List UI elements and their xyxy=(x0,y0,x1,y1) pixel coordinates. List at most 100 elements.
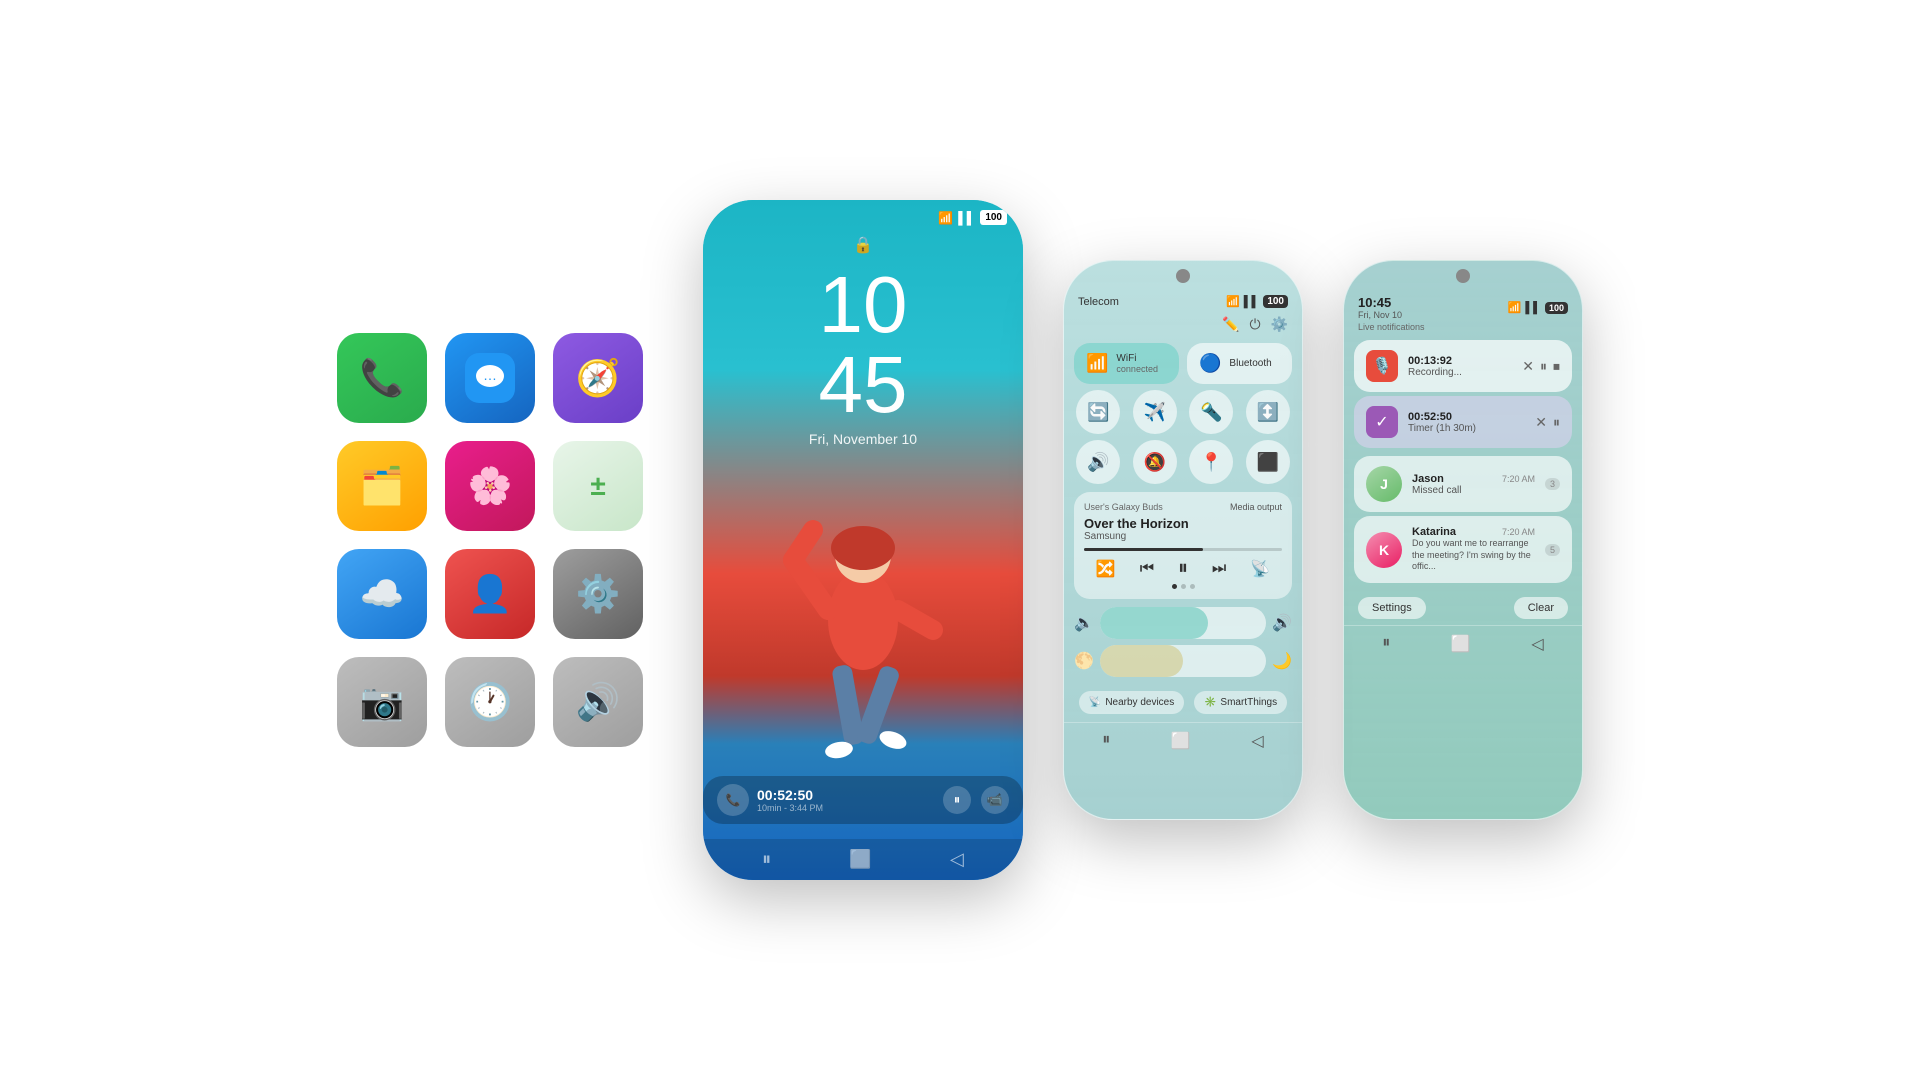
nav-pause[interactable]: ⏸ xyxy=(762,849,771,870)
ctrl-nav-pause[interactable]: ⏸ xyxy=(1102,731,1110,751)
nearby-icon: 📡 xyxy=(1089,697,1101,708)
notif-time: 10:45 xyxy=(1358,295,1402,310)
airplane-tile[interactable]: ✈️ xyxy=(1133,390,1177,434)
recording-notification[interactable]: 🎙️ 00:13:92 Recording... ✕ ⏸ ⏹ xyxy=(1354,340,1572,392)
timer-notification[interactable]: ✓ 00:52:50 Timer (1h 30m) ✕ ⏸ xyxy=(1354,396,1572,448)
svg-text:…: … xyxy=(483,367,497,383)
app-icon-settings[interactable]: ⚙️ xyxy=(553,549,643,639)
date-display: Fri, November 10 xyxy=(809,431,917,447)
app-icon-icloud[interactable]: ☁️ xyxy=(337,549,427,639)
notif-nav: ⏸ ⬜ ◁ xyxy=(1344,625,1582,662)
nfc-tile[interactable]: ⬛ xyxy=(1246,440,1290,484)
notif-date: Fri, Nov 10 xyxy=(1358,310,1402,320)
video-button[interactable]: 📹 xyxy=(981,786,1009,814)
status-bar: 📶 ▌▌ 100 xyxy=(703,200,1023,229)
rotation-tile[interactable]: 🔄 xyxy=(1076,390,1120,434)
settings-btn[interactable]: Settings xyxy=(1358,597,1426,619)
app-icon-files[interactable]: 🗂️ xyxy=(337,441,427,531)
person-illustration xyxy=(763,480,963,800)
quick-tiles-row2: 🔄 ✈️ 🔦 ↕️ xyxy=(1064,390,1302,434)
ctrl-nav-home[interactable]: ⬜ xyxy=(1171,731,1191,751)
notif-notch xyxy=(1456,269,1470,283)
recording-icon: 🎙️ xyxy=(1366,350,1398,382)
timer-pause-btn[interactable]: ⏸ xyxy=(1553,414,1560,431)
katarina-message: Do you want me to rearrange the meeting?… xyxy=(1412,538,1535,573)
bluetooth-tile-label: Bluetooth xyxy=(1229,358,1271,369)
night-mode-icon: 🌙 xyxy=(1272,651,1292,671)
jason-avatar: J xyxy=(1366,466,1402,502)
nearby-label: Nearby devices xyxy=(1105,697,1174,708)
notif-nav-home[interactable]: ⬜ xyxy=(1451,634,1471,654)
media-dot-1 xyxy=(1172,584,1177,589)
notif-battery: 100 xyxy=(1545,302,1568,314)
app-icon-safari[interactable]: 🧭 xyxy=(553,333,643,423)
media-progress-bar[interactable] xyxy=(1084,548,1282,551)
recording-pause-btn[interactable]: ⏸ xyxy=(1540,358,1547,375)
time-display: 10 45 xyxy=(819,265,908,425)
ctrl-edit-icon[interactable]: ✏️ xyxy=(1222,316,1239,333)
timer-icon: ✓ xyxy=(1366,406,1398,438)
dnd-tile[interactable]: 🔕 xyxy=(1133,440,1177,484)
mobile-data-tile[interactable]: ↕️ xyxy=(1246,390,1290,434)
location-tile[interactable]: 📍 xyxy=(1189,440,1233,484)
app-icon-flower[interactable]: 🌸 xyxy=(445,441,535,531)
quick-tiles-row1: 📶 WiFi connected 🔵 Bluetooth xyxy=(1064,343,1302,384)
katarina-notification[interactable]: K Katarina 7:20 AM Do you want me to rea… xyxy=(1354,516,1572,583)
bluetooth-tile[interactable]: 🔵 Bluetooth xyxy=(1187,343,1292,384)
pause-button[interactable]: ⏸ xyxy=(943,786,971,814)
app-icon-clock[interactable]: 🕐 xyxy=(445,657,535,747)
ctrl-settings-icon[interactable]: ⚙️ xyxy=(1271,316,1288,333)
live-notif-label: Live notifications xyxy=(1344,322,1582,336)
ctrl-nav-back[interactable]: ◁ xyxy=(1251,731,1263,751)
media-next[interactable]: ⏭ xyxy=(1212,560,1226,578)
app-icon-messages[interactable]: … xyxy=(445,333,535,423)
media-play-pause[interactable]: ⏸ xyxy=(1178,557,1188,580)
timer-time: 00:52:50 xyxy=(1408,411,1525,423)
quick-tiles-row3: 🔊 🔕 📍 ⬛ xyxy=(1064,440,1302,484)
media-prev[interactable]: ⏮ xyxy=(1140,560,1154,578)
notif-nav-pause[interactable]: ⏸ xyxy=(1382,634,1390,654)
battery-indicator: 100 xyxy=(980,210,1007,225)
app-icon-phone[interactable]: 📞 xyxy=(337,333,427,423)
app-grid: 📞 … 🧭 🗂️ 🌸 ± ☁️ 👤 ⚙️ 📷 🕐 🔊 xyxy=(337,333,643,747)
nav-back[interactable]: ◁ xyxy=(950,849,964,870)
wifi-tile[interactable]: 📶 WiFi connected xyxy=(1074,343,1179,384)
nav-bar: ⏸ ⬜ ◁ xyxy=(703,839,1023,880)
recording-close-btn[interactable]: ✕ xyxy=(1522,358,1534,375)
recording-stop-btn[interactable]: ⏹ xyxy=(1553,358,1560,375)
brightness-slider[interactable] xyxy=(1100,645,1266,677)
media-card: User's Galaxy Buds Media output Over the… xyxy=(1074,492,1292,599)
clear-btn[interactable]: Clear xyxy=(1514,597,1568,619)
app-icon-camera[interactable]: 📷 xyxy=(337,657,427,747)
smartthings-label: SmartThings xyxy=(1220,697,1277,708)
volume-slider[interactable] xyxy=(1100,607,1266,639)
nearby-devices-btn[interactable]: 📡 Nearby devices xyxy=(1079,691,1184,714)
notif-nav-back[interactable]: ◁ xyxy=(1531,634,1543,654)
wifi-tile-sub: connected xyxy=(1116,364,1158,374)
media-shuffle[interactable]: 🔀 xyxy=(1096,559,1116,579)
lock-icon: 🔒 xyxy=(703,235,1023,255)
sound-tile[interactable]: 🔊 xyxy=(1076,440,1120,484)
ctrl-power-icon[interactable]: ⏻ xyxy=(1249,316,1260,333)
media-cast[interactable]: 📡 xyxy=(1250,559,1270,579)
jason-notification[interactable]: J Jason 7:20 AM Missed call 3 xyxy=(1354,456,1572,512)
volume-high-icon: 🔊 xyxy=(1272,613,1292,633)
bottom-actions: 📡 Nearby devices ✳️ SmartThings xyxy=(1064,683,1302,722)
media-controls: 🔀 ⏮ ⏸ ⏭ 📡 xyxy=(1084,557,1282,580)
brightness-low-icon: 🌕 xyxy=(1074,651,1094,671)
timer-close-btn[interactable]: ✕ xyxy=(1535,414,1547,431)
ctrl-signal-icon: ▌▌ xyxy=(1244,296,1260,308)
app-icon-contacts[interactable]: 👤 xyxy=(445,549,535,639)
app-icon-calculator[interactable]: ± xyxy=(553,441,643,531)
ctrl-wifi-icon: 📶 xyxy=(1226,295,1240,308)
sliders-section: 🔈 🔊 🌕 🌙 xyxy=(1064,607,1302,677)
smartthings-btn[interactable]: ✳️ SmartThings xyxy=(1194,691,1287,714)
main-phone: 📶 ▌▌ 100 🔒 10 45 Fri, November 10 xyxy=(703,200,1023,880)
app-icon-homepod[interactable]: 🔊 xyxy=(553,657,643,747)
media-dot-3 xyxy=(1190,584,1195,589)
flashlight-tile[interactable]: 🔦 xyxy=(1189,390,1233,434)
nav-home[interactable]: ⬜ xyxy=(849,849,871,870)
ctrl-battery: 100 xyxy=(1263,295,1288,308)
volume-slider-row: 🔈 🔊 xyxy=(1074,607,1292,639)
jason-time: 7:20 AM xyxy=(1502,474,1535,484)
